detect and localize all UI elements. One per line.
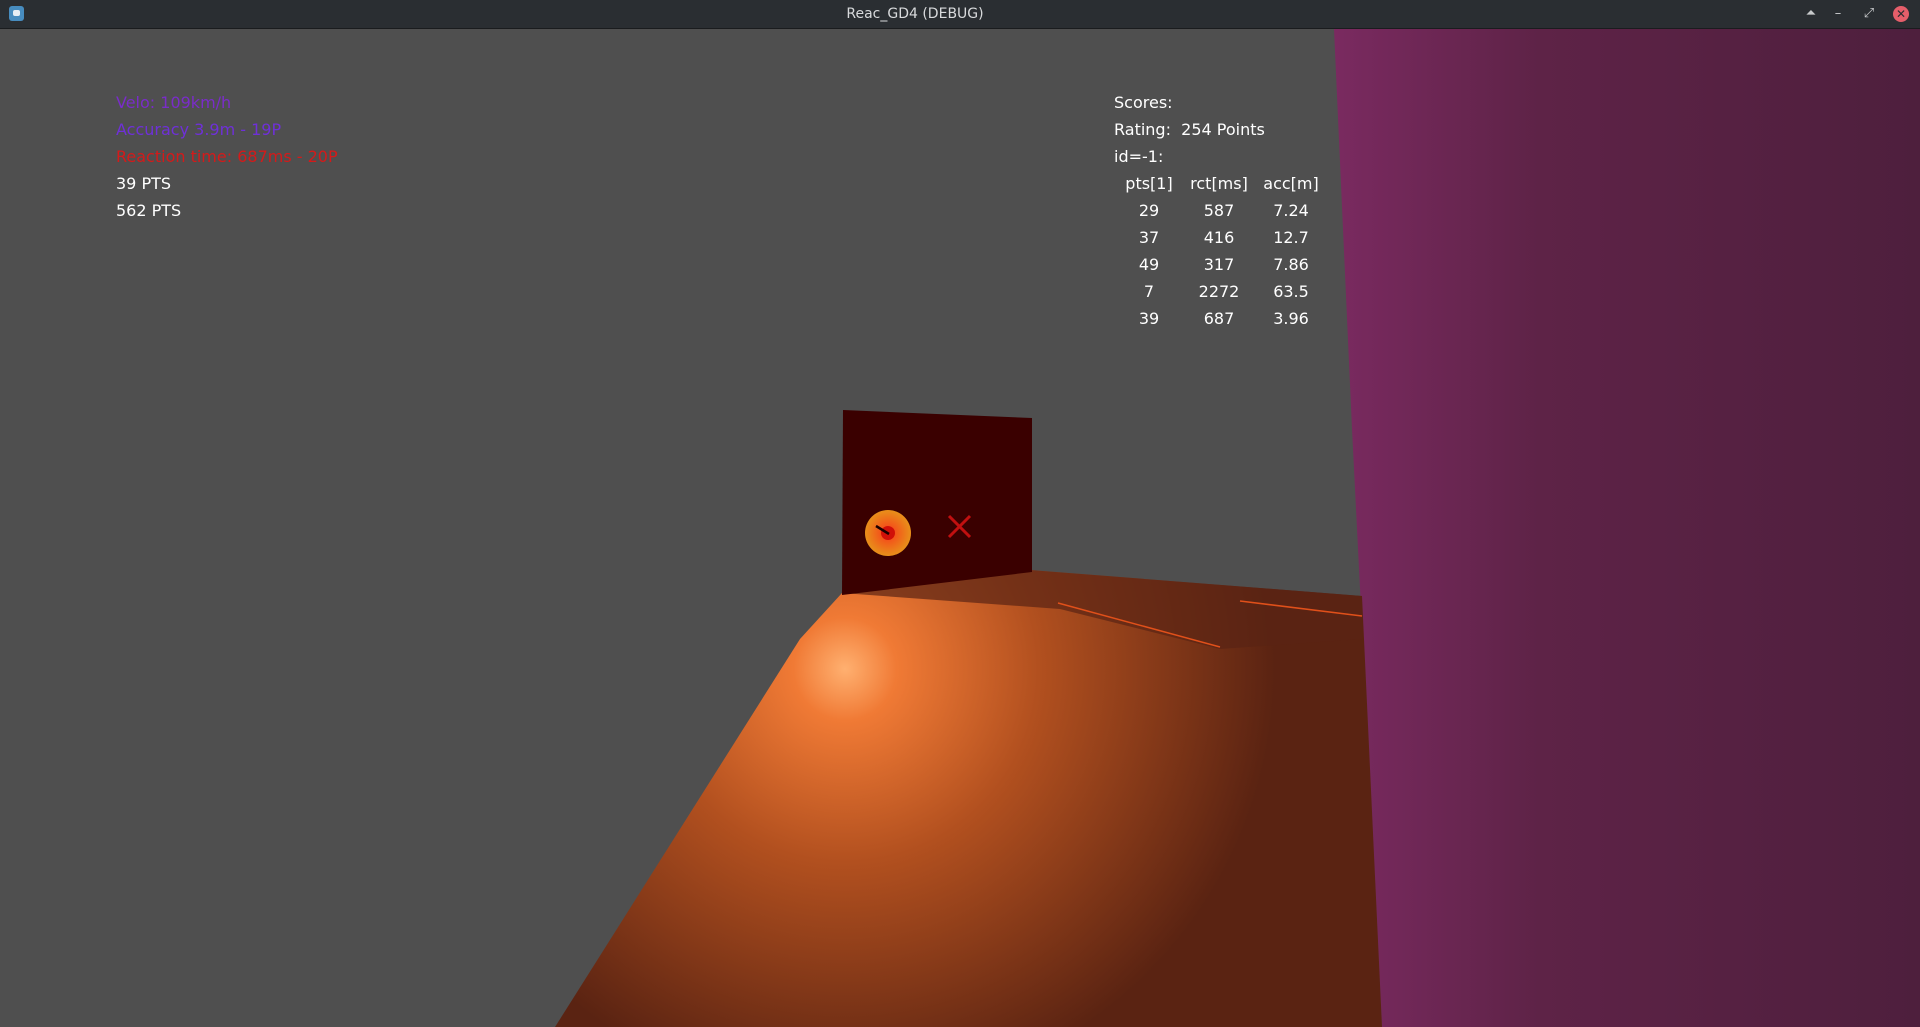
column-header-points: pts[1] [1125,174,1173,193]
keep-above-button[interactable]: ⏶ [1800,4,1822,24]
rating-label: Rating: [1114,120,1171,139]
rating-value: 254 Points [1181,120,1265,139]
last-points-text: 39 PTS [116,174,172,193]
cell-points: 29 [1138,201,1160,220]
scores-table: pts[1] rct[ms] acc[m] 29 587 7.24 37 416… [1118,170,1324,332]
column-header-reaction: rct[ms] [1190,174,1248,193]
cell-points: 7 [1143,282,1155,301]
cell-accuracy: 3.96 [1273,309,1309,328]
cell-accuracy: 63.5 [1273,282,1309,301]
column-header-accuracy: acc[m] [1263,174,1319,193]
close-button[interactable]: ✕ [1893,6,1909,22]
cell-accuracy: 7.86 [1273,255,1309,274]
table-row: 7 2272 63.5 [1118,278,1324,305]
window-title: Reac_GD4 (DEBUG) [846,6,984,22]
id-label: id=-1: [1114,147,1164,166]
cell-reaction: 416 [1203,228,1235,247]
velocity-text: Velo: 109km/h [116,93,232,112]
scores-panel: Scores: Rating: 254 Points id=-1: pts[1]… [1114,89,1324,332]
table-row: 39 687 3.96 [1118,305,1324,332]
side-wall [1334,29,1920,1027]
table-row: 37 416 12.7 [1118,224,1324,251]
maximize-button[interactable]: ⤢ [1858,4,1880,24]
cell-points: 49 [1138,255,1160,274]
accuracy-text: Accuracy 3.9m - 19P [116,120,282,139]
minimize-button[interactable]: – [1827,4,1849,24]
scores-header-row: pts[1] rct[ms] acc[m] [1118,170,1324,197]
rating-line: Rating: 254 Points [1114,116,1324,143]
table-row: 29 587 7.24 [1118,197,1324,224]
scores-title: Scores: [1114,93,1173,112]
cell-reaction: 317 [1203,255,1235,274]
game-viewport[interactable]: Velo: 109km/h Accuracy 3.9m - 19P Reacti… [0,29,1920,1027]
cell-accuracy: 7.24 [1273,201,1309,220]
total-points-text: 562 PTS [116,201,182,220]
cell-reaction: 2272 [1198,282,1240,301]
cell-reaction: 687 [1203,309,1235,328]
hud-stats: Velo: 109km/h Accuracy 3.9m - 19P Reacti… [116,89,338,224]
cell-reaction: 587 [1203,201,1235,220]
cell-points: 39 [1138,309,1160,328]
reaction-time-text: Reaction time: 687ms - 20P [116,147,338,166]
cell-accuracy: 12.7 [1273,228,1309,247]
table-row: 49 317 7.86 [1118,251,1324,278]
cell-points: 37 [1138,228,1160,247]
window-titlebar[interactable]: Reac_GD4 (DEBUG) ⏶ – ⤢ ✕ [0,0,1920,29]
target-board [842,410,1032,595]
